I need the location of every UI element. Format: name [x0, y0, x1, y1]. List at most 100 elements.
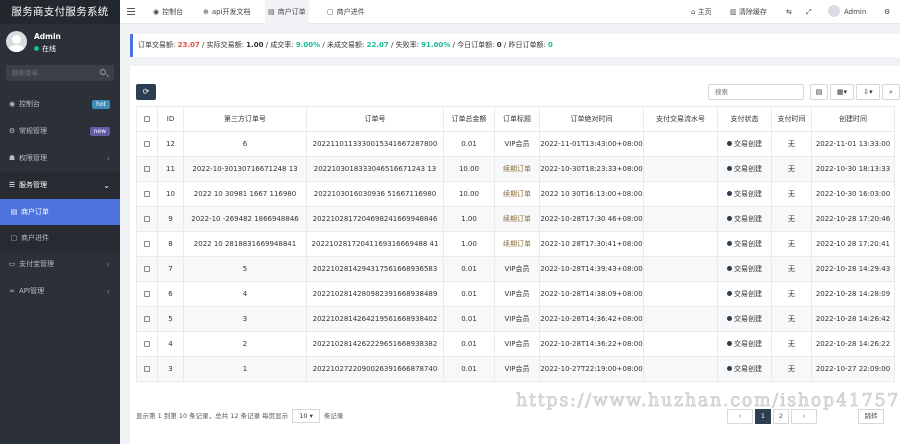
col-header[interactable]: ID [157, 106, 184, 132]
table-cell: 交易创建 [717, 181, 772, 207]
table-row[interactable]: 4 2 2022102814262229651668938382 0.01 VIP会员 2… [136, 331, 895, 357]
row-select-cell[interactable] [136, 156, 158, 182]
checkbox-icon[interactable] [144, 166, 150, 172]
table-row[interactable]: 7 5 2022102814294317561668936583 0.01 VIP会员 2… [136, 256, 895, 282]
new-badge: new [89, 127, 110, 136]
tab-api-docs[interactable]: ⊕ api开发文档 [200, 0, 254, 24]
clear-cache-label: 清除缓存 [738, 8, 767, 16]
page-size-select[interactable]: 10 ▾ [292, 409, 320, 423]
col-header[interactable]: 支付交易流水号 [643, 106, 718, 132]
table-search-input[interactable] [708, 84, 804, 100]
select-all-cell[interactable] [136, 106, 158, 132]
sidebar-item-service[interactable]: ☰ 服务管理 ⌄ [0, 172, 120, 199]
sidebar-item-dashboard[interactable]: ◉ 控制台 hot [0, 91, 120, 118]
clear-cache-button[interactable]: ▥ 清除缓存 [730, 0, 767, 24]
pager-next[interactable]: › [791, 409, 817, 424]
checkbox-icon[interactable] [144, 116, 150, 122]
cog-icon: ⚙ [8, 127, 16, 135]
table-cell: 2022-10-28 14:29:43 [811, 256, 895, 282]
sidebar-item-merchant-onboarding[interactable]: ▢ 商户进件 [0, 225, 120, 251]
dashboard-icon: ◉ [8, 100, 16, 108]
stat-yesterday-value: 0 [548, 41, 553, 49]
avatar[interactable] [6, 31, 27, 52]
advanced-search-button[interactable]: ⌕ [882, 84, 900, 100]
col-header[interactable]: 订单绝对时间 [539, 106, 644, 132]
tab-dashboard[interactable]: ◉ 控制台 [150, 0, 186, 24]
row-select-cell[interactable] [136, 281, 158, 307]
refresh-button[interactable]: ⟳ [136, 84, 156, 100]
export-button[interactable]: ⇩▾ [856, 84, 880, 100]
table-row[interactable]: 6 4 2022102814280982391668938489 0.01 VIP会员 2… [136, 281, 895, 307]
col-header[interactable]: 订单标题 [494, 106, 540, 132]
columns-button[interactable]: ▦▾ [830, 84, 854, 100]
sidebar-item-permissions[interactable]: ☗ 权限管理 ‹ [0, 145, 120, 172]
fullscreen-button[interactable]: ⤢ [806, 0, 812, 24]
admin-menu[interactable]: Admin [828, 0, 866, 24]
col-header[interactable]: 第三方订单号 [183, 106, 307, 132]
orders-panel: ⟳ ▤ ▦▾ ⇩▾ ⌕ ID 第三方订单号 订单号 订单总金额 订单标题 订单绝… [130, 66, 900, 444]
col-header[interactable]: 订单号 [306, 106, 444, 132]
checkbox-icon[interactable] [144, 266, 150, 272]
col-header[interactable]: 创建时间 [811, 106, 895, 132]
table-row[interactable]: 11 2022-10-30130716671248 13 2022103018333… [136, 156, 895, 182]
sidebar-item-label: 权限管理 [19, 154, 47, 162]
checkbox-icon[interactable] [144, 241, 150, 247]
col-header[interactable]: 支付时间 [771, 106, 812, 132]
menu-toggle-icon[interactable] [127, 8, 135, 9]
sidebar-search-input[interactable] [6, 65, 114, 81]
sidebar-item-alipay[interactable]: ▭ 支付宝管理 ‹ [0, 251, 120, 278]
table-cell: 2022-10 28 17:20:41 [811, 231, 895, 257]
table-row[interactable]: 10 2022 10 30981 1667 116980 2022103016030… [136, 181, 895, 207]
search-icon[interactable] [100, 69, 106, 75]
pager-jump-button[interactable]: 跳转 [858, 409, 884, 424]
toggle-view-button[interactable]: ▤ [810, 84, 828, 100]
table-row[interactable]: 3 1 2022102722090026391666878740 0.01 VIP会员 2… [136, 356, 895, 382]
checkbox-icon[interactable] [144, 216, 150, 222]
sidebar-item-api[interactable]: ∞ API管理 ‹ [0, 278, 120, 305]
col-header[interactable]: 支付状态 [717, 106, 772, 132]
table-cell: VIP会员 [494, 306, 540, 332]
tab-label: api开发文档 [211, 8, 251, 16]
home-link[interactable]: ⌂ 主页 [691, 0, 712, 24]
row-select-cell[interactable] [136, 306, 158, 332]
tab-merchant-orders[interactable]: ▤ 商户订单 [265, 0, 309, 24]
table-cell: 交易创建 [717, 206, 772, 232]
table-cell: 续期订单 [494, 206, 540, 232]
table-row[interactable]: 5 3 2022102814264219561668938402 0.01 VIP会员 2… [136, 306, 895, 332]
checkbox-icon[interactable] [144, 141, 150, 147]
row-select-cell[interactable] [136, 206, 158, 232]
table-cell: 2022102814262229651668938382 [306, 331, 444, 357]
table-cell: 4 [157, 331, 184, 357]
row-select-cell[interactable] [136, 231, 158, 257]
checkbox-icon[interactable] [144, 291, 150, 297]
table-cell: VIP会员 [494, 331, 540, 357]
row-select-cell[interactable] [136, 181, 158, 207]
tab-merchant-onboarding[interactable]: ▢ 商户进件 [324, 0, 368, 24]
main-content: 订单交易额: 23.07 / 实际交易额: 1.00 / 成交率: 9.00% … [120, 24, 900, 444]
row-select-cell[interactable] [136, 356, 158, 382]
checkbox-icon[interactable] [144, 316, 150, 322]
table-row[interactable]: 12 6 2022110113330015341667287800 0.01 VIP会员… [136, 131, 895, 157]
settings-button[interactable]: ⚙ [884, 0, 890, 24]
checkbox-icon[interactable] [144, 191, 150, 197]
pager-page-1[interactable]: 1 [755, 409, 771, 424]
row-select-cell[interactable] [136, 131, 158, 157]
table-cell: 2022-10-28 14:28:09 [811, 281, 895, 307]
sidebar-menu: ◉ 控制台 hot ⚙ 常规管理 new ☗ 权限管理 ‹ ☰ 服务管理 ⌄ ▤ 商户订单… [0, 91, 120, 305]
stat-today-label: / 今日订单额: [452, 41, 495, 49]
table-cell: 交易创建 [717, 281, 772, 307]
checkbox-icon[interactable] [144, 366, 150, 372]
table-row[interactable]: 9 2022-10 -269482 1866948846 2022102817204… [136, 206, 895, 232]
sidebar-item-label: 支付宝管理 [19, 260, 54, 268]
sidebar-item-merchant-orders[interactable]: ▤ 商户订单 [0, 199, 120, 225]
checkbox-icon[interactable] [144, 341, 150, 347]
row-select-cell[interactable] [136, 331, 158, 357]
pager-page-2[interactable]: 2 [773, 409, 789, 424]
table-row[interactable]: 8 2022 10 2818831669948841 202210281720411… [136, 231, 895, 257]
table-header-row: ID 第三方订单号 订单号 订单总金额 订单标题 订单绝对时间 支付交易流水号 … [136, 106, 895, 132]
sidebar-item-general[interactable]: ⚙ 常规管理 new [0, 118, 120, 145]
col-header[interactable]: 订单总金额 [443, 106, 495, 132]
language-button[interactable]: ⇆ [786, 0, 792, 24]
pager-prev[interactable]: ‹ [727, 409, 753, 424]
row-select-cell[interactable] [136, 256, 158, 282]
